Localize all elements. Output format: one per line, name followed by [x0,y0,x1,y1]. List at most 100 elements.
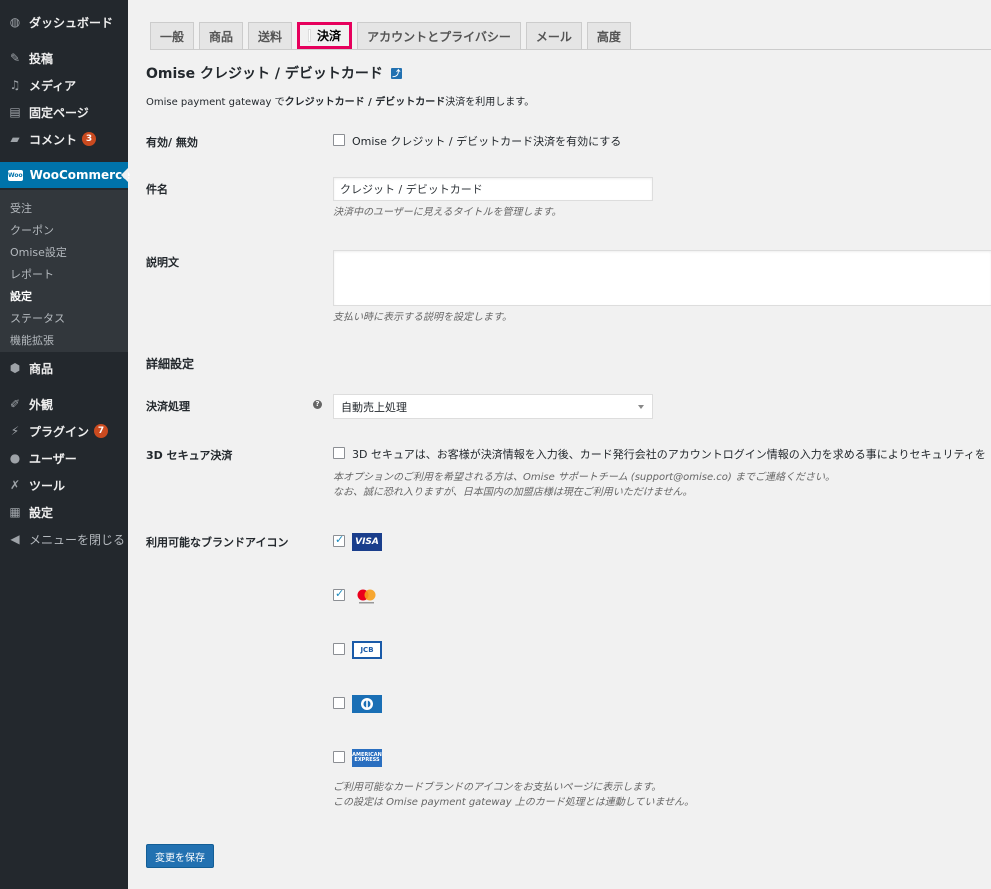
submenu-omise-settings[interactable]: Omise設定 [10,244,67,260]
title-label: 件名 [146,183,168,196]
menu-comments[interactable]: ▰ コメント 3 [0,126,128,152]
media-icon: ♫ [9,78,21,92]
jcb-checkbox[interactable] [333,643,345,655]
visa-checkbox[interactable] [333,533,345,547]
submenu-status[interactable]: ステータス [10,310,65,326]
menu-plugins[interactable]: ⚡ プラグイン 7 [0,418,128,444]
menu-users[interactable]: ● ユーザー [0,445,128,471]
payment-action-value: 自動売上処理 [341,400,407,414]
tab-advanced-label: 高度 [596,29,621,44]
diners-icon [361,698,373,710]
jcb-logo-text: JCB [354,643,380,657]
menu-woocommerce[interactable]: Woo WooCommerce [0,162,130,188]
title-hint: 決済中のユーザーに見えるタイトルを管理します。 [333,207,562,218]
help-icon[interactable]: ? [313,400,322,409]
tab-products[interactable]: 商品 [199,22,244,49]
brands-label: 利用可能なブランドアイコン [146,536,289,549]
menu-posts[interactable]: ✎ 投稿 [0,45,128,71]
tab-advanced[interactable]: 高度 [586,22,631,49]
page-icon: ▤ [9,105,21,119]
description-suffix: 決済を利用します。 [445,97,535,108]
tab-shipping-label: 送料 [258,29,283,44]
submenu-coupons[interactable]: クーポン [10,222,54,238]
enabled-label: 有効/ 無効 [146,136,198,149]
enabled-checkbox[interactable] [333,134,345,146]
description-bold: クレジットカード / デビットカード [284,97,446,108]
pin-icon: ✎ [9,51,21,65]
brands-hint-2: この設定は Omise payment gateway 上のカード処理とは連動し… [333,797,695,808]
plug-icon: ⚡ [10,424,20,438]
comment-icon: ▰ [10,132,20,146]
submenu-settings[interactable]: 設定 [10,288,32,304]
secure3d-hint-2: なお、誠に恐れ入りますが、日本国内の加盟店様は現在ご利用いただけません。 [333,487,693,498]
menu-pages-label: 固定ページ [29,105,89,120]
comments-count-badge: 3 [82,132,97,146]
secure3d-hint-1: 本オプションのご利用を希望される方は、Omise サポートチーム (suppor… [333,472,835,483]
payment-action-label: 決済処理 [146,400,190,413]
woocommerce-submenu: 受注 クーポン Omise設定 レポート 設定 ステータス 機能拡張 [0,190,128,352]
tab-marker [308,29,312,42]
brush-icon: ✐ [9,397,21,411]
mastercard-logo [352,587,382,605]
user-icon: ● [9,451,21,465]
tab-products-label: 商品 [209,29,234,44]
active-menu-arrow [121,168,128,182]
description-hint: 支払い時に表示する説明を設定します。 [333,312,512,323]
tab-accounts-privacy-label: アカウントとプライバシー [367,29,511,44]
secure3d-checkbox[interactable] [333,447,345,459]
title-input[interactable] [333,177,653,201]
menu-media[interactable]: ♫ メディア [0,72,128,98]
menu-settings-label: 設定 [29,505,54,520]
amex-checkbox[interactable] [333,751,345,763]
enabled-checkbox-label[interactable]: Omise クレジット / デビットカード決済を有効にする [352,133,621,149]
menu-products[interactable]: ⬢ 商品 [0,355,128,381]
tab-general-label: 一般 [160,29,185,44]
tab-accounts-privacy[interactable]: アカウントとプライバシー [357,22,521,49]
menu-collapse-label: メニューを閉じる [29,532,126,547]
settings-tabs: 一般 商品 送料 決済 アカウントとプライバシー メール 高度 [150,22,636,49]
submenu-orders[interactable]: 受注 [10,200,32,216]
menu-users-label: ユーザー [29,451,77,466]
advanced-settings-heading: 詳細設定 [146,357,195,371]
diners-checkbox[interactable] [333,697,345,709]
page-title-text: Omise クレジット / デビットカード [146,66,383,82]
admin-sidebar: ◍ ダッシュボード ✎ 投稿 ♫ メディア ▤ 固定ページ ▰ コメント 3 W… [0,0,130,889]
save-changes-button[interactable]: 変更を保存 [146,844,214,868]
menu-collapse[interactable]: ◀ メニューを閉じる [0,526,128,552]
woocommerce-icon: Woo [8,169,23,181]
wrench-icon: ✗ [9,478,21,492]
tab-shipping[interactable]: 送料 [248,22,293,49]
tab-emails[interactable]: メール [525,22,582,49]
diners-logo [352,695,382,713]
secure3d-checkbox-label[interactable]: 3D セキュアは、お客様が決済情報を入力後、カード発行会社のアカウントログイン情… [352,446,986,462]
submenu-extensions[interactable]: 機能拡張 [10,332,54,348]
box-icon: ⬢ [9,361,21,375]
tab-general[interactable]: 一般 [150,22,195,49]
menu-appearance[interactable]: ✐ 外観 [0,391,128,417]
submenu-reports[interactable]: レポート [10,266,54,282]
menu-settings[interactable]: ▦ 設定 [0,499,128,525]
tabs-divider [150,49,991,50]
amex-logo: AMERICAN EXPRESS [352,749,382,767]
back-link-icon[interactable]: ⤴ [390,67,402,79]
page-description: Omise payment gateway でクレジットカード / デビットカー… [146,93,534,108]
chevron-down-icon [638,405,644,409]
main-content: 一般 商品 送料 決済 アカウントとプライバシー メール 高度 Omise クレ… [128,0,991,889]
payment-action-select[interactable]: 自動売上処理 [333,394,653,419]
tab-payments-label: 決済 [317,29,342,43]
menu-tools[interactable]: ✗ ツール [0,472,128,498]
tab-payments[interactable]: 決済 [297,22,353,49]
description-label: 説明文 [146,256,179,269]
brands-hint-1: ご利用可能なカードブランドのアイコンをお支払いページに表示します。 [333,782,662,793]
settings-grid-icon: ▦ [9,505,21,519]
jcb-logo: JCB [352,641,382,659]
menu-pages[interactable]: ▤ 固定ページ [0,99,128,125]
collapse-arrow-icon: ◀ [10,532,20,546]
mastercard-checkbox[interactable] [333,587,345,601]
dashboard-icon: ◍ [9,15,21,29]
menu-products-label: 商品 [29,361,54,376]
menu-dashboard[interactable]: ◍ ダッシュボード [0,9,128,35]
description-textarea[interactable] [333,250,991,306]
menu-tools-label: ツール [29,478,66,493]
plugins-count-badge: 7 [94,424,109,438]
